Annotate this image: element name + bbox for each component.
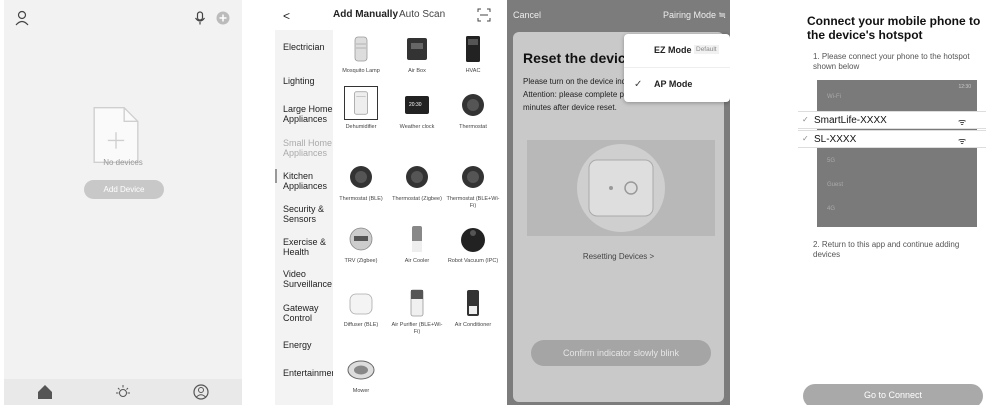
check-icon: ✓	[802, 134, 809, 143]
category-gateway-control[interactable]: Gateway Control	[283, 303, 333, 323]
device-thermostat-ble[interactable]: Thermostat (BLE)	[333, 162, 389, 203]
home-top-bar	[4, 0, 242, 36]
ap-mode-option[interactable]: ✓ AP Mode	[624, 68, 730, 102]
device-dehumidifier[interactable]: Dehumidifier	[333, 86, 389, 131]
device-illustration	[527, 140, 715, 236]
category-large-home-appliances[interactable]: Large Home Appliances	[283, 104, 333, 124]
home-screen: No devices Add Device	[4, 0, 242, 405]
wifi-list-screenshot: Wi-Fi 12:30 5G Guest 4G	[817, 80, 977, 227]
clock-display: 20:30	[409, 102, 422, 108]
tab-auto-scan[interactable]: Auto Scan	[399, 9, 445, 20]
add-device-screen: < Add Manually Auto Scan Electrician Lig…	[275, 0, 503, 405]
trv-icon	[349, 227, 373, 251]
diffuser-icon	[349, 293, 373, 315]
hvac-icon	[466, 36, 480, 62]
resetting-devices-link[interactable]: Resetting Devices >	[507, 252, 730, 261]
wifi-header: Wi-Fi	[827, 94, 841, 100]
pairing-mode-dropdown: EZ Mode Default ✓ AP Mode	[624, 34, 730, 102]
device-mosquito-lamp[interactable]: Mosquito Lamp	[333, 34, 389, 75]
device-weather-clock[interactable]: 20:30 Weather clock	[389, 90, 445, 131]
wifi-network-5g[interactable]: 5G	[827, 158, 835, 164]
home-icon[interactable]	[36, 383, 54, 401]
category-kitchen-appliances[interactable]: Kitchen Appliances	[283, 171, 333, 191]
ap-mode-label: AP Mode	[654, 79, 693, 89]
connect-title: Connect your mobile phone to the device'…	[807, 14, 981, 42]
category-video-surveillance[interactable]: Video Surveillance	[283, 269, 333, 289]
category-selected-indicator	[275, 169, 277, 183]
bottom-tab-bar	[4, 379, 242, 405]
wifi-network-sl[interactable]: ✓ SL-XXXX ᯤ	[798, 130, 986, 148]
device-robot-vacuum[interactable]: Robot Vacuum (IPC)	[445, 224, 501, 265]
step-one-text: 1. Please connect your phone to the hots…	[813, 52, 970, 71]
tab-add-manually[interactable]: Add Manually	[333, 9, 398, 20]
connect-hotspot-screen: Connect your mobile phone to the device'…	[795, 0, 986, 405]
device-trv-zigbee[interactable]: TRV (Zigbee)	[333, 224, 389, 265]
device-hvac[interactable]: HVAC	[445, 34, 501, 75]
device-thermostat[interactable]: Thermostat	[445, 90, 501, 131]
default-badge: Default	[694, 45, 719, 54]
add-circle-icon[interactable]	[215, 10, 231, 26]
device-diffuser-ble[interactable]: Diffuser (BLE)	[333, 288, 389, 329]
device-thermostat-zigbee[interactable]: Thermostat (Zigbee)	[389, 162, 445, 203]
microphone-icon[interactable]	[192, 10, 208, 26]
check-icon: ✓	[634, 79, 643, 90]
category-energy[interactable]: Energy	[283, 340, 333, 350]
network-name: SL-XXXX	[814, 134, 857, 145]
pairing-mode-button[interactable]: Pairing Mode ≒	[663, 10, 726, 21]
category-list: Electrician Lighting Large Home Applianc…	[275, 30, 339, 405]
device-grid: Mosquito Lamp Air Box HVAC Dehumidifier …	[333, 30, 503, 405]
category-lighting[interactable]: Lighting	[283, 76, 333, 86]
thermostat-icon	[350, 166, 372, 188]
air-box-icon	[407, 38, 427, 60]
device-air-conditioner[interactable]: Air Conditioner	[445, 288, 501, 329]
air-conditioner-icon	[467, 290, 479, 316]
status-time: 12:30	[958, 84, 971, 90]
back-button[interactable]: <	[283, 9, 290, 23]
reset-title: Reset the devic	[523, 50, 626, 66]
device-air-purifier[interactable]: Air Purifier (BLE+Wi-Fi)	[389, 288, 445, 335]
device-thermostat-ble-wifi[interactable]: Thermostat (BLE+Wi-Fi)	[445, 162, 501, 209]
scan-icon[interactable]	[477, 8, 491, 22]
category-small-home-appliances[interactable]: Small Home Appliances	[283, 138, 333, 158]
step-two-text: 2. Return to this app and continue addin…	[813, 240, 960, 259]
check-icon: ✓	[802, 115, 809, 124]
cancel-button[interactable]: Cancel	[513, 10, 541, 20]
dehumidifier-icon	[354, 91, 368, 115]
mower-icon	[347, 360, 375, 380]
network-name: SmartLife-XXXX	[814, 115, 887, 126]
go-to-connect-button[interactable]: Go to Connect	[803, 384, 983, 405]
device-air-cooler[interactable]: Air Cooler	[389, 224, 445, 265]
wifi-network-4g[interactable]: 4G	[827, 206, 835, 212]
add-device-button[interactable]: Add Device	[84, 180, 164, 199]
thermostat-icon	[462, 94, 484, 116]
reset-device-screen: Cancel Pairing Mode ≒ Reset the devic Pl…	[507, 0, 730, 405]
wifi-network-smartlife[interactable]: ✓ SmartLife-XXXX ᯤ	[798, 111, 986, 129]
add-device-header: < Add Manually Auto Scan	[275, 0, 503, 30]
ez-mode-option[interactable]: EZ Mode Default	[624, 34, 730, 68]
device-reset-icon	[577, 144, 665, 232]
user-icon[interactable]	[14, 10, 30, 26]
air-cooler-icon	[412, 226, 422, 252]
wifi-network-guest[interactable]: Guest	[827, 182, 843, 188]
category-exercise-health[interactable]: Exercise & Health	[283, 237, 333, 257]
reset-header: Cancel Pairing Mode ≒	[507, 0, 730, 30]
device-air-box[interactable]: Air Box	[389, 34, 445, 75]
wifi-signal-icon: ᯤ	[958, 136, 967, 146]
thermostat-icon	[406, 166, 428, 188]
device-mower[interactable]: Mower	[333, 354, 389, 395]
category-security-sensors[interactable]: Security & Sensors	[283, 204, 333, 224]
ez-mode-label: EZ Mode	[654, 45, 692, 55]
empty-document-icon	[93, 107, 139, 163]
wifi-signal-icon: ᯤ	[958, 117, 967, 127]
no-devices-text: No devices	[103, 158, 143, 167]
air-purifier-icon	[410, 289, 424, 317]
robot-vacuum-icon	[461, 228, 485, 252]
sun-icon[interactable]	[114, 383, 132, 401]
thermostat-icon	[462, 166, 484, 188]
category-electrician[interactable]: Electrician	[283, 42, 333, 52]
confirm-blink-button[interactable]: Confirm indicator slowly blink	[531, 340, 711, 366]
mosquito-lamp-icon	[354, 36, 368, 62]
profile-icon[interactable]	[192, 383, 210, 401]
category-entertainment[interactable]: Entertainment	[283, 368, 339, 378]
